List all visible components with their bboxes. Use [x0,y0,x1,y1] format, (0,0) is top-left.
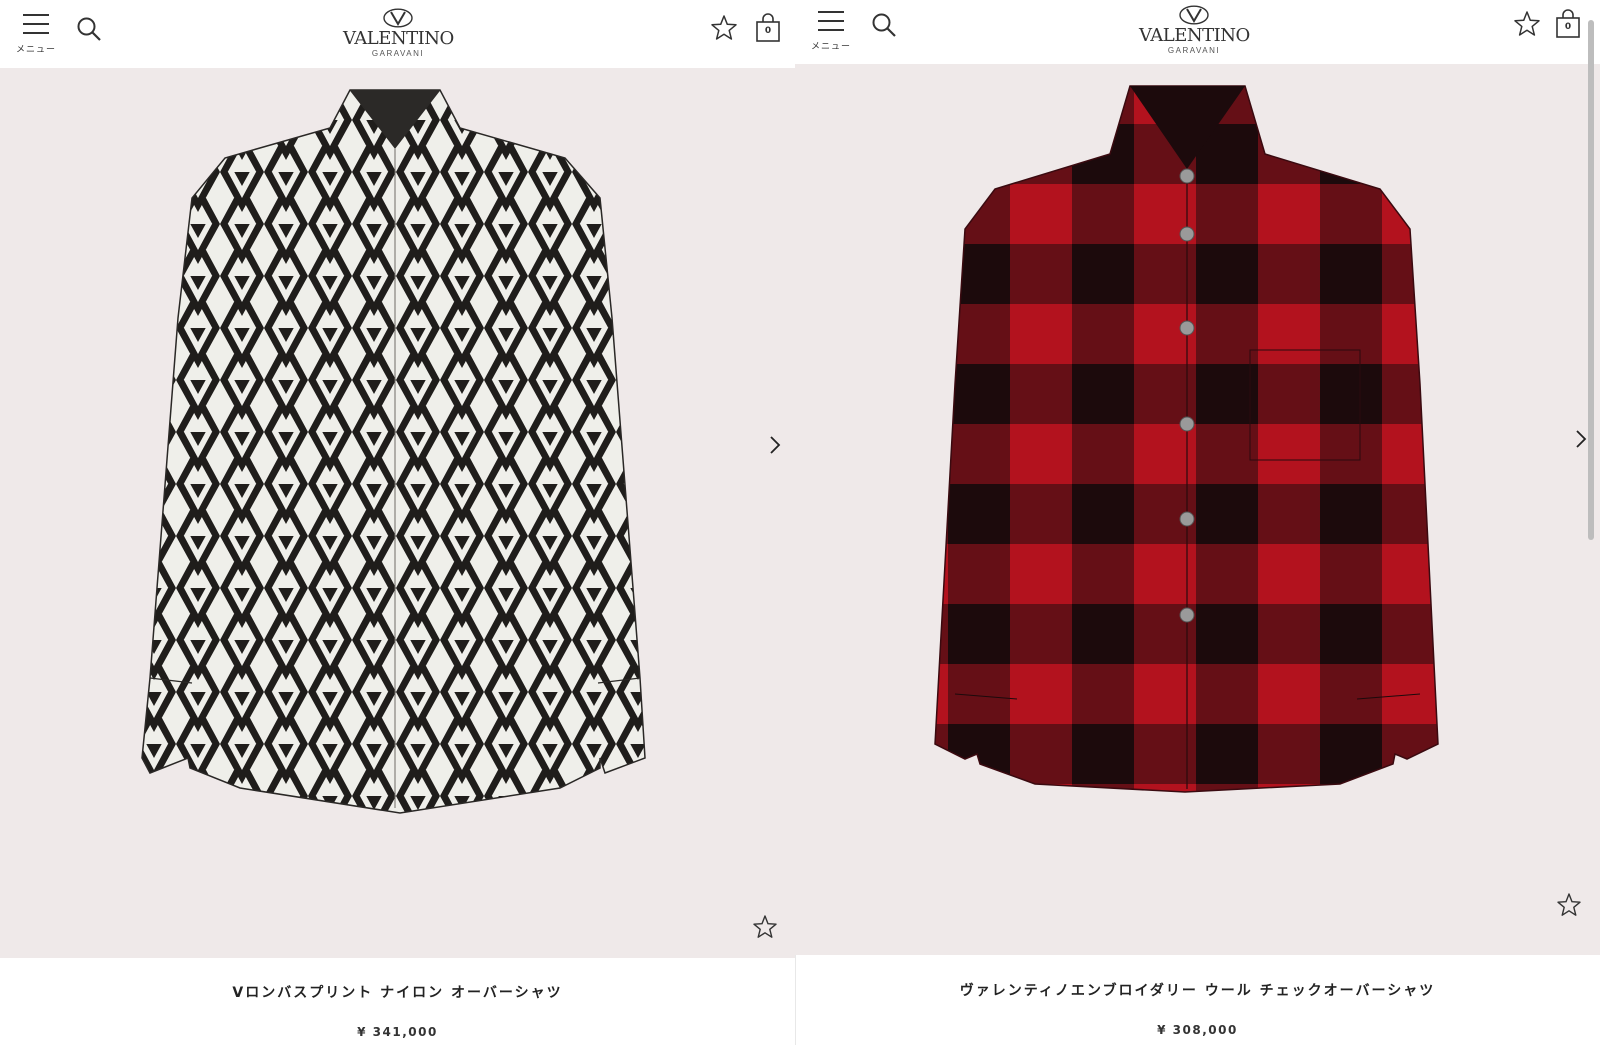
brand-name: VALENTINO [343,28,454,49]
site-header: メニュー VALENTINO GARAVANI 0 [0,0,795,68]
brand-subname: GARAVANI [1167,46,1221,55]
bag-count: 0 [1564,22,1572,32]
product-page-left: メニュー VALENTINO GARAVANI 0 Vロンバスプリント ナイロン… [0,0,795,1045]
scrollbar[interactable] [1588,20,1594,540]
product-price: ¥ 341,000 [357,1025,438,1039]
product-price: ¥ 308,000 [1157,1023,1238,1037]
wishlist-star-icon[interactable] [710,14,738,42]
add-to-wishlist-star-icon[interactable] [752,914,778,940]
check-shirt-image [934,85,1439,793]
shopping-bag-button[interactable]: 0 [1555,9,1581,39]
menu-label: メニュー [810,42,851,52]
product-page-right: メニュー VALENTINO GARAVANI 0 ヴァレンティノエンブロイダリ… [795,0,1600,1045]
next-image-chevron-right-icon[interactable] [764,434,786,456]
product-name[interactable]: ヴァレンティノエンブロイダリー ウール チェックオーバーシャツ [795,980,1600,1000]
menu-label: メニュー [15,45,56,55]
bag-count: 0 [764,26,772,36]
brand-logo[interactable]: VALENTINO GARAVANI [1139,5,1250,56]
hamburger-icon [818,7,844,33]
product-image-area[interactable] [0,68,795,958]
product-image-area[interactable] [795,64,1600,955]
hamburger-icon [23,10,49,36]
site-header: メニュー VALENTINO GARAVANI 0 [795,0,1600,64]
shopping-bag-button[interactable]: 0 [755,13,781,43]
v-logo-icon [383,8,413,28]
menu-button[interactable]: メニュー [14,10,58,56]
product-name[interactable]: Vロンバスプリント ナイロン オーバーシャツ [0,982,795,1002]
menu-button[interactable]: メニュー [809,7,853,53]
brand-subname: GARAVANI [371,49,425,58]
search-icon[interactable] [871,12,897,38]
chevron-print-shirt-image [141,89,646,814]
add-to-wishlist-star-icon[interactable] [1556,892,1582,918]
v-logo-icon [1179,5,1209,25]
brand-name: VALENTINO [1139,25,1250,46]
brand-logo[interactable]: VALENTINO GARAVANI [343,8,454,59]
wishlist-star-icon[interactable] [1513,10,1541,38]
search-icon[interactable] [76,16,102,42]
